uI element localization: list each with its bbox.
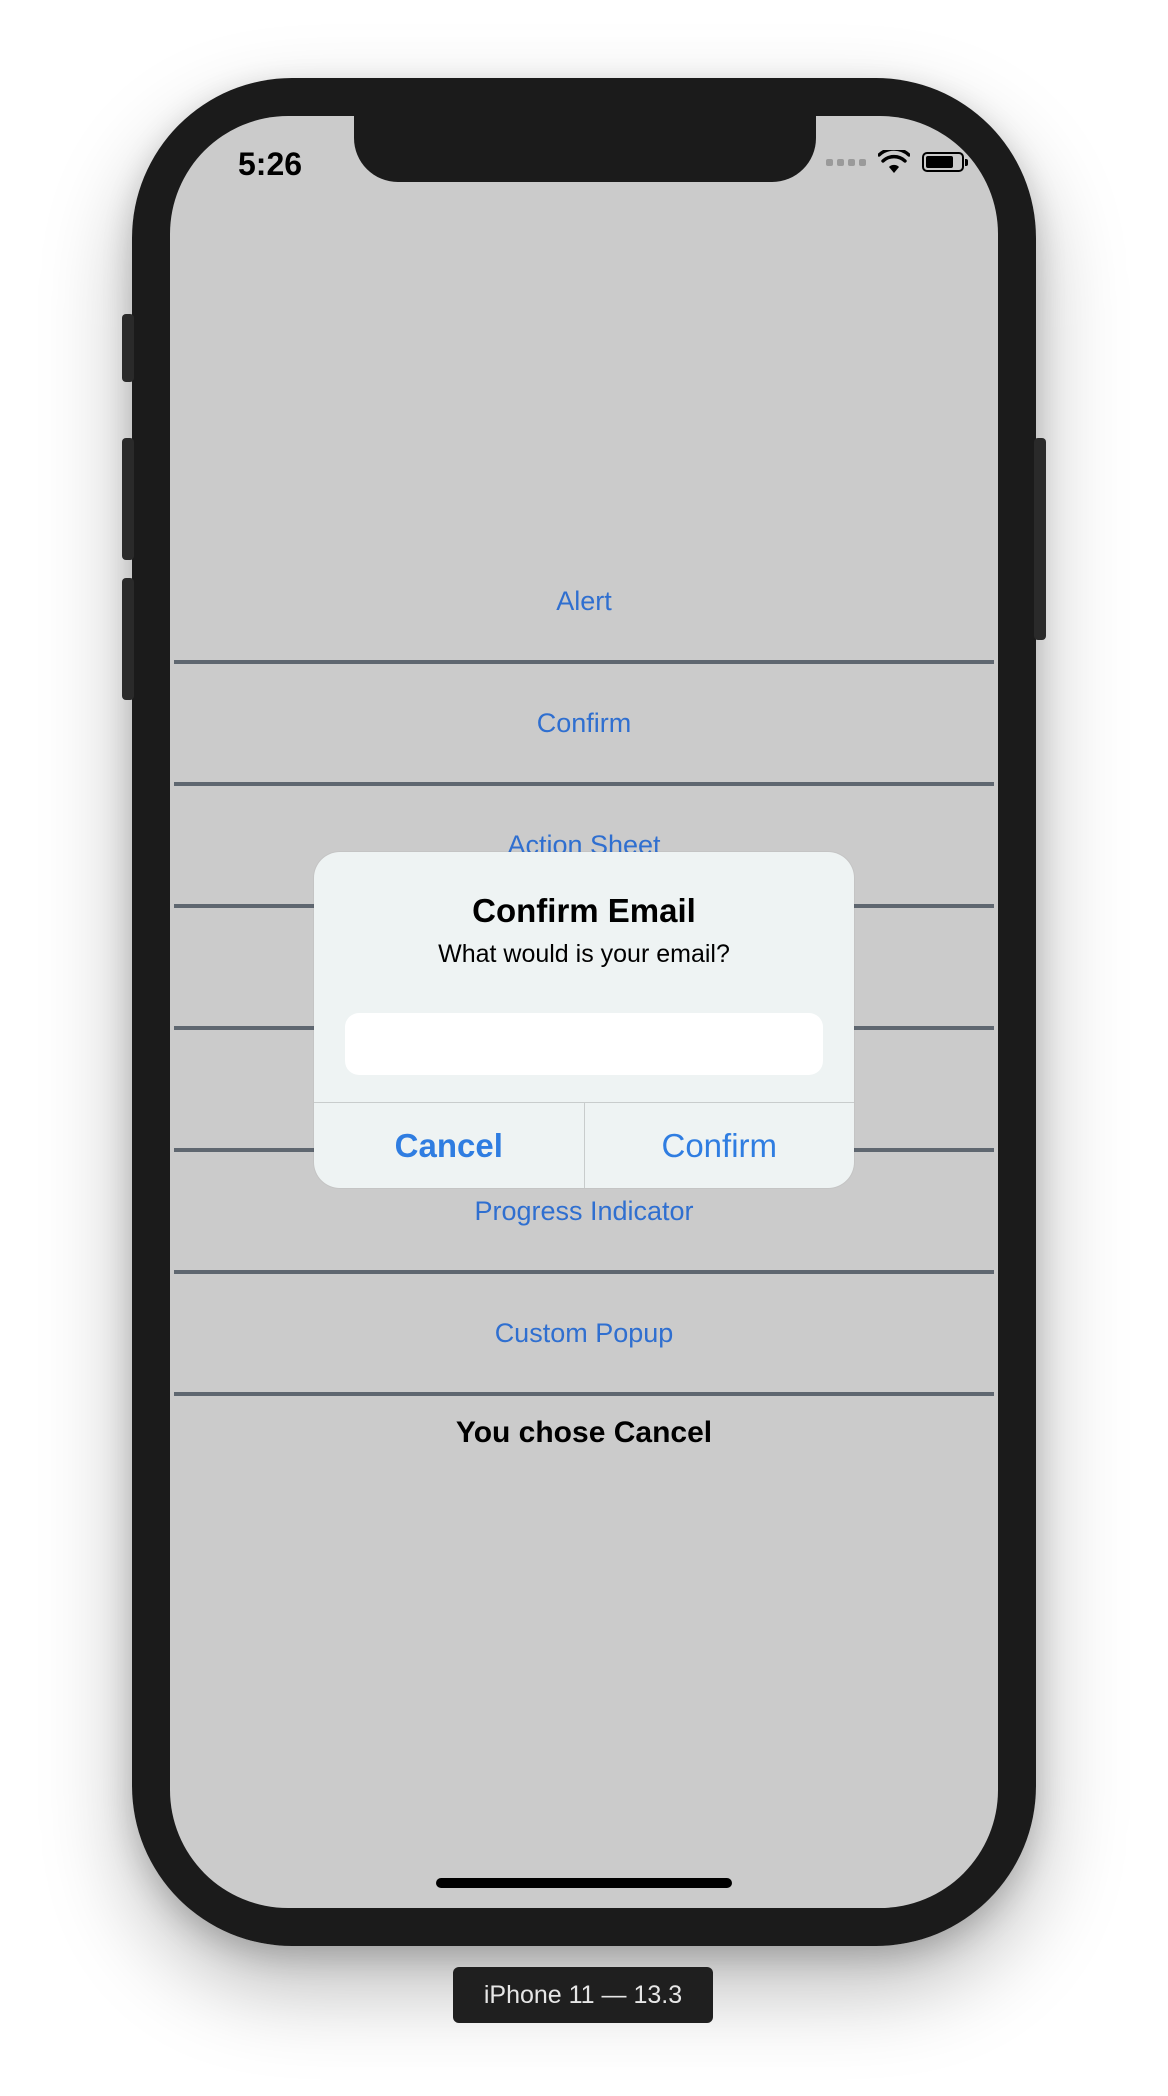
home-indicator[interactable] [436, 1878, 732, 1888]
status-icons [826, 150, 968, 174]
device-label: iPhone 11 — 13.3 [453, 1967, 713, 2023]
battery-icon [922, 152, 968, 172]
result-text: You chose Cancel [455, 1416, 713, 1449]
confirm-button[interactable]: Confirm [585, 1103, 855, 1188]
wifi-icon [878, 150, 910, 173]
menu-item-custom-popup[interactable]: Custom Popup [174, 1274, 994, 1396]
phone-screen: 5:26 Alert Confirm Action Sheet Progress… [170, 116, 998, 1908]
power-button [1034, 438, 1046, 640]
mute-switch [122, 314, 134, 382]
notch [354, 116, 816, 182]
volume-down-button [122, 578, 134, 700]
menu-item-confirm[interactable]: Confirm [174, 664, 994, 786]
confirm-dialog: Confirm Email What would is your email? … [314, 852, 854, 1188]
email-input[interactable] [345, 1013, 823, 1075]
dialog-title: Confirm Email [472, 892, 696, 929]
dialog-message: What would is your email? [438, 940, 730, 968]
status-time: 5:26 [238, 146, 303, 182]
cancel-button[interactable]: Cancel [314, 1103, 585, 1188]
dialog-actions: Cancel Confirm [314, 1102, 854, 1188]
signal-dots-icon [826, 158, 866, 166]
battery-fill [926, 156, 954, 168]
menu-item-alert[interactable]: Alert [174, 542, 994, 664]
volume-up-button [122, 438, 134, 560]
